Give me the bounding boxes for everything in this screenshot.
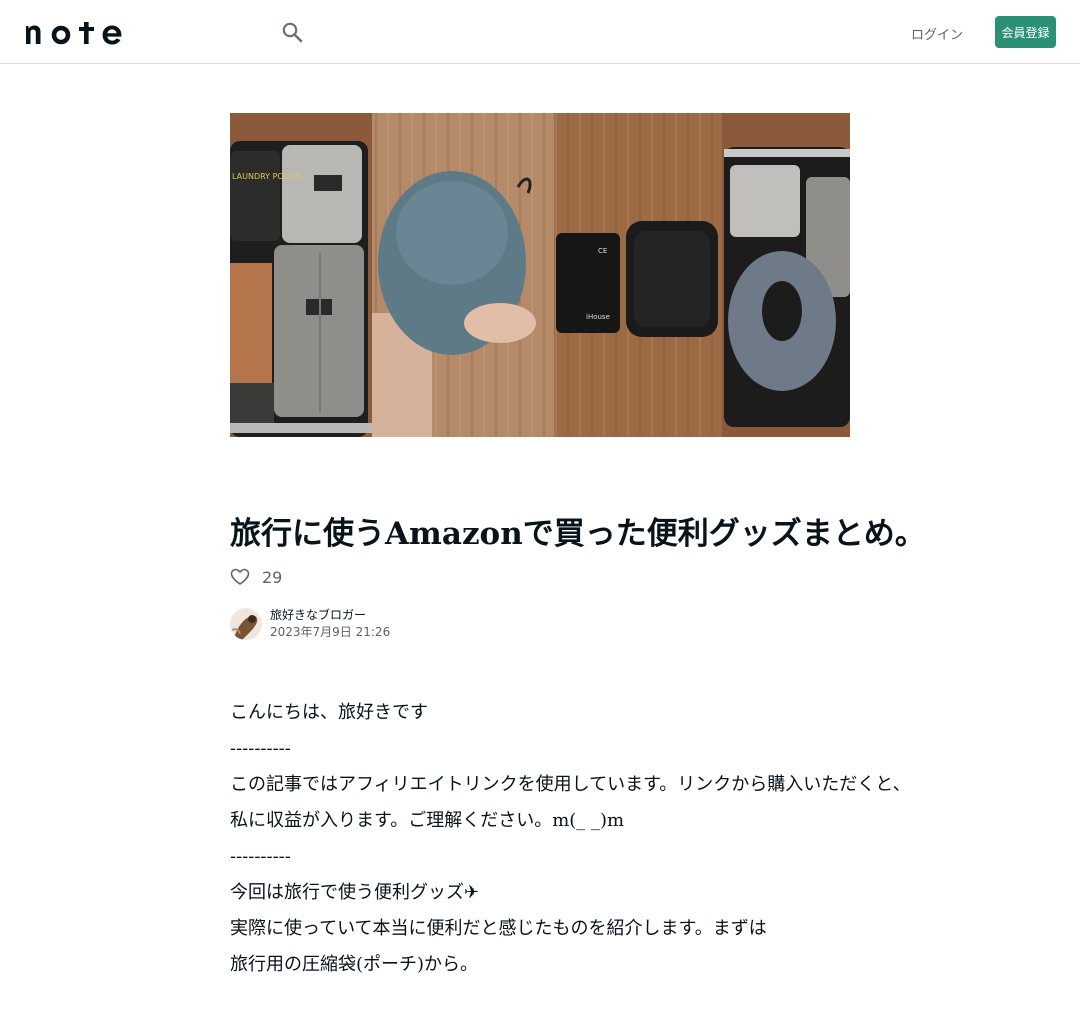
like-count: 29: [262, 567, 283, 587]
login-link[interactable]: ログイン: [911, 24, 963, 43]
photo-suitcase-right: [722, 113, 850, 437]
avatar[interactable]: [230, 608, 262, 640]
photo-adapter-case: iHouse CE: [554, 113, 722, 437]
photo-hand-pouch: [372, 113, 554, 437]
post-date: 2023年7月9日 21:26: [270, 625, 391, 639]
search-icon[interactable]: [281, 21, 303, 43]
signup-button[interactable]: 会員登録: [995, 16, 1056, 48]
body-line: ----------: [230, 738, 291, 759]
body-line: 私に収益が入ります。ご理解ください。m(_ _)m: [230, 810, 625, 831]
site-header: note ログイン 会員登録: [0, 0, 1080, 64]
author-name[interactable]: 旅好きなブロガー: [270, 607, 390, 623]
body-line: 旅行用の圧縮袋(ポーチ)から。: [230, 954, 479, 975]
svg-text:LAUNDRY POUCH: LAUNDRY POUCH: [232, 172, 301, 181]
note-logo[interactable]: note: [24, 18, 124, 46]
body-line: 実際に使っていて本当に便利だと感じたものを紹介します。まずは: [230, 918, 767, 939]
eyecatch-image: LAUNDRY POUCH iHouse CE: [230, 113, 850, 437]
article-title: 旅行に使うAmazonで買った便利グッズまとめ。: [230, 516, 926, 552]
author-block: 旅好きなブロガー 2023年7月9日 21:26: [230, 607, 390, 641]
body-line: ----------: [230, 846, 291, 867]
article-body: こんにちは、旅好きです ---------- この記事ではアフィリエイトリンクを…: [230, 695, 911, 983]
photo-suitcase-left: LAUNDRY POUCH: [230, 113, 372, 437]
body-line: 今回は旅行で使う便利グッズ✈: [230, 882, 480, 903]
svg-text:iHouse: iHouse: [586, 313, 610, 321]
heart-icon[interactable]: [230, 567, 250, 587]
like-row: 29: [230, 566, 282, 588]
svg-text:CE: CE: [598, 247, 607, 255]
body-line: この記事ではアフィリエイトリンクを使用しています。リンクから購入いただくと、: [230, 774, 911, 795]
body-line: こんにちは、旅好きです: [230, 702, 428, 723]
